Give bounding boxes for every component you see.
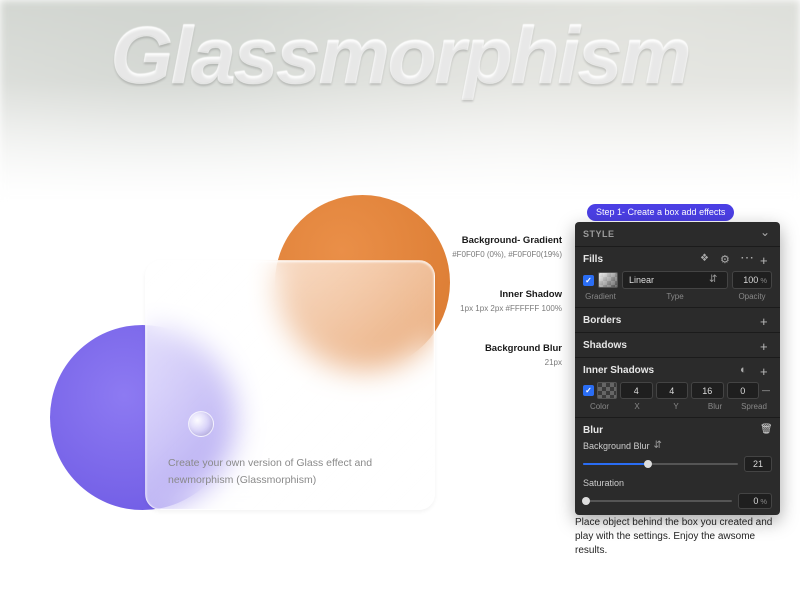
blur-mode-label[interactable]: Background Blur [583, 441, 650, 451]
inner-shadow-x-input[interactable]: 4 [620, 382, 653, 399]
inner-shadow-y-input[interactable]: 4 [656, 382, 689, 399]
blur-section: Blur Background Blur 21 Saturation [575, 418, 780, 515]
inner-shadow-spread-input[interactable]: 0 [727, 382, 760, 399]
saturation-row: 0% [583, 493, 772, 509]
header-background [0, 0, 800, 200]
fill-opacity-value: 100 [743, 275, 758, 285]
glass-card: Create your own version of Glass effect … [145, 260, 435, 510]
annotation-inner-shadow: Inner Shadow 1px 1px 2px #FFFFFF 100% [452, 289, 562, 313]
is-label-spread: Spread [736, 402, 772, 411]
annotation-column: Background- Gradient #F0F0F0 (0%), #F0F0… [452, 235, 562, 397]
blur-title: Blur [583, 425, 603, 436]
is-label-x: X [619, 402, 655, 411]
plus-icon[interactable] [760, 314, 772, 326]
fill-type-value: Linear [629, 275, 654, 285]
fill-opacity-input[interactable]: 100% [732, 271, 772, 289]
droplet-shape [188, 411, 214, 437]
inner-shadow-color-swatch[interactable] [597, 382, 617, 399]
annotation-label: Inner Shadow [452, 289, 562, 300]
annotation-label: Background- Gradient [452, 235, 562, 246]
fill-enabled-checkbox[interactable] [583, 275, 594, 286]
annotation-value: #F0F0F0 (0%), #F0F0F0(19%) [452, 250, 562, 259]
select-updown-icon[interactable] [654, 440, 666, 452]
inner-shadows-title: Inner Shadows [583, 365, 654, 376]
annotation-value: 1px 1px 2px #FFFFFF 100% [452, 304, 562, 313]
borders-title: Borders [583, 315, 621, 326]
is-label-blur: Blur [697, 402, 733, 411]
fills-title: Fills [583, 254, 603, 265]
style-panel: STYLE Fills Linear 100% Gra [575, 222, 780, 515]
shadows-title: Shadows [583, 340, 627, 351]
borders-section: Borders [575, 308, 780, 333]
more-icon[interactable] [740, 253, 752, 265]
plus-icon[interactable] [760, 339, 772, 351]
fills-section: Fills Linear 100% Gradient Type Opacity [575, 247, 780, 308]
panel-header-section: STYLE [575, 222, 780, 247]
is-label-y: Y [658, 402, 694, 411]
is-label-color: Color [583, 402, 616, 411]
fill-type-select[interactable]: Linear [622, 271, 728, 289]
plus-icon[interactable] [760, 364, 772, 376]
fill-sublabel-opacity: Opacity [732, 292, 772, 301]
blur-amount-row: 21 [583, 456, 772, 472]
glass-card-caption: Create your own version of Glass effect … [168, 455, 398, 489]
annotation-label: Background Blur [452, 343, 562, 354]
select-updown-icon [709, 274, 721, 286]
blur-value-input[interactable]: 21 [744, 456, 772, 472]
step-badge: Step 1- Create a box add effects [587, 204, 734, 221]
inner-shadows-section: Inner Shadows 4 4 16 0 Color X Y Blur Sp… [575, 358, 780, 418]
chevron-down-icon[interactable] [760, 228, 772, 240]
annotation-gradient: Background- Gradient #F0F0F0 (0%), #F0F0… [452, 235, 562, 259]
annotation-value: 21px [452, 358, 562, 367]
saturation-slider[interactable] [583, 495, 732, 507]
saturation-value-input[interactable]: 0% [738, 493, 772, 509]
trash-icon[interactable] [760, 424, 772, 436]
plus-icon[interactable] [760, 253, 772, 265]
visibility-icon[interactable] [740, 364, 752, 376]
footer-caption: Place object behind the box you created … [575, 516, 780, 558]
annotation-bg-blur: Background Blur 21px [452, 343, 562, 367]
layers-icon[interactable] [700, 253, 712, 265]
inner-shadow-blur-input[interactable]: 16 [691, 382, 724, 399]
shadows-section: Shadows [575, 333, 780, 358]
saturation-value: 0 [753, 496, 758, 506]
illustration-stage: Create your own version of Glass effect … [40, 200, 520, 560]
inner-shadow-enabled-checkbox[interactable] [583, 385, 594, 396]
fill-sublabel-gradient: Gradient [583, 292, 618, 301]
fill-sublabel-type: Type [622, 292, 728, 301]
gear-icon[interactable] [720, 253, 732, 265]
saturation-label: Saturation [583, 478, 624, 488]
remove-icon[interactable] [762, 385, 772, 397]
fill-swatch[interactable] [598, 272, 618, 288]
blur-slider[interactable] [583, 458, 738, 470]
panel-header-title: STYLE [583, 229, 615, 239]
